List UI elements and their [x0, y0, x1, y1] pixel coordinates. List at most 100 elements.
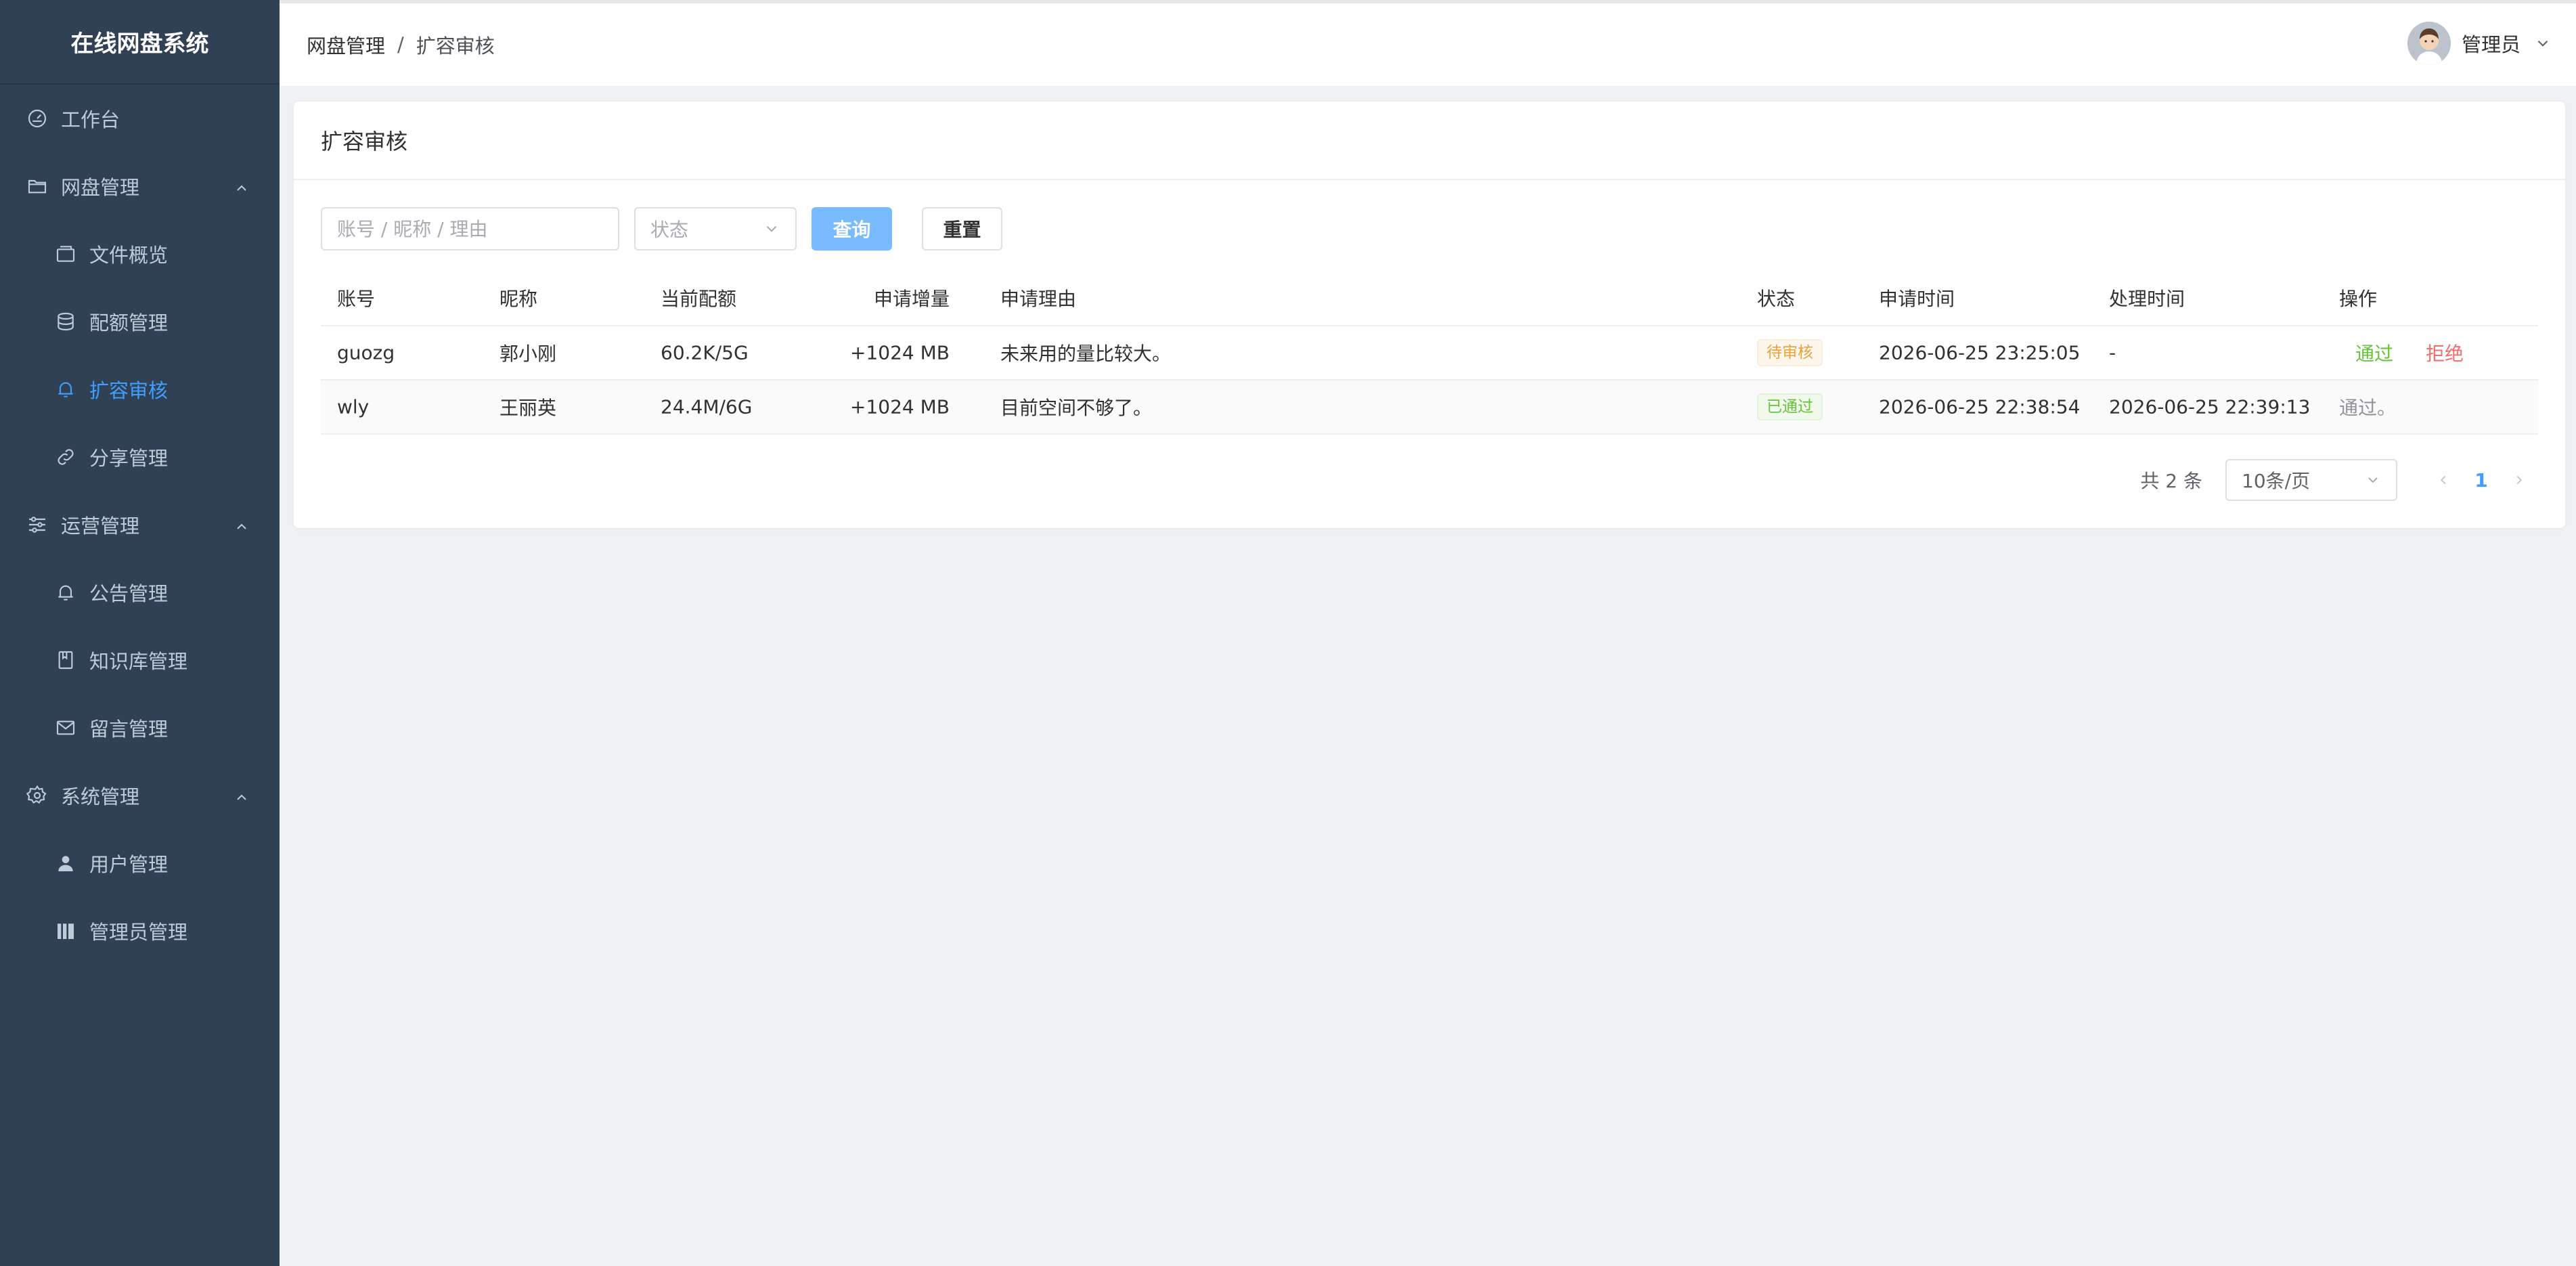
column-header-ops: 操作	[2339, 288, 2378, 310]
page-size-select[interactable]: 10条/页	[2225, 459, 2397, 501]
cell-reason: 未来用的量比较大。	[1000, 343, 1172, 365]
admin-icon	[54, 919, 77, 942]
card-title: 扩容审核	[294, 102, 2565, 180]
column-header-nickname: 昵称	[499, 288, 538, 310]
table-row: wly 王丽英 24.4M/6G +1024 MB 目前空间不够了。 已通过 2…	[321, 380, 2538, 435]
pagination-total: 共 2 条	[2140, 470, 2202, 492]
breadcrumb: 网盘管理 / 扩容审核	[307, 30, 495, 59]
app-root: 在线网盘系统 工作台 网盘管理 文件概览 配额管理 扩容审核 分享管理 运营管理…	[0, 0, 2576, 1266]
folder-icon	[26, 175, 49, 198]
sidebar-item-workbench[interactable]: 工作台	[0, 85, 280, 152]
message-icon	[54, 716, 77, 739]
cell-status: 待审核	[1757, 339, 1823, 366]
cell-quota: 60.2K/5G	[661, 341, 749, 364]
sidebar-item-announcement[interactable]: 公告管理	[0, 559, 280, 626]
breadcrumb-separator: /	[397, 33, 404, 56]
cell-ops: 通过 拒绝	[2339, 339, 2464, 366]
database-icon	[54, 310, 77, 333]
cell-status: 已通过	[1757, 393, 1823, 420]
column-header-apply-time: 申请时间	[1879, 288, 1955, 310]
search-input[interactable]	[321, 207, 619, 250]
bell-icon	[54, 378, 77, 401]
pagination: 共 2 条 10条/页 1	[2140, 459, 2538, 501]
sidebar-item-label: 留言管理	[89, 718, 169, 741]
app-title: 在线网盘系统	[0, 0, 280, 85]
sidebar-item-files[interactable]: 文件概览	[0, 220, 280, 288]
cell-handle-time: 2026-06-25 22:39:13	[2109, 395, 2311, 418]
cell-quota: 24.4M/6G	[661, 395, 753, 418]
cell-increase: +1024 MB	[850, 395, 950, 418]
chevron-up-icon	[234, 787, 250, 804]
status-select[interactable]: 状态	[634, 207, 797, 250]
status-select-placeholder: 状态	[650, 219, 689, 241]
user-icon	[54, 852, 77, 875]
sidebar-group-operation[interactable]: 运营管理	[0, 491, 280, 559]
sidebar-item-admins[interactable]: 管理员管理	[0, 897, 280, 965]
sliders-icon	[26, 513, 49, 536]
sidebar-item-messages[interactable]: 留言管理	[0, 694, 280, 762]
cell-handle-time: -	[2109, 341, 2116, 364]
sidebar-item-label: 扩容审核	[89, 379, 169, 402]
gear-icon	[26, 784, 49, 807]
sidebar-item-label: 配额管理	[89, 311, 169, 334]
status-badge: 已通过	[1757, 393, 1823, 420]
cell-apply-time: 2026-06-25 23:25:05	[1879, 341, 2081, 364]
cell-ops-note: 通过。	[2339, 397, 2397, 419]
reject-button[interactable]: 拒绝	[2426, 339, 2464, 366]
table-row: guozg 郭小刚 60.2K/5G +1024 MB 未来用的量比较大。 待审…	[321, 326, 2538, 380]
table-header-row: 账号 昵称 当前配额 申请增量 申请理由 状态 申请时间 处理时间 操作	[321, 271, 2538, 326]
column-header-status: 状态	[1757, 288, 1796, 310]
status-badge: 待审核	[1757, 339, 1823, 366]
filter-bar: 状态 查询 重置	[321, 207, 1002, 250]
sidebar-item-expansion-review[interactable]: 扩容审核	[0, 355, 280, 423]
query-button[interactable]: 查询	[812, 207, 892, 250]
chevron-down-icon	[2537, 40, 2548, 47]
sidebar-item-label: 运营管理	[61, 515, 140, 538]
avatar	[2407, 22, 2451, 65]
dashboard-icon	[26, 107, 49, 130]
sidebar-item-users[interactable]: 用户管理	[0, 829, 280, 897]
top-header: 网盘管理 / 扩容审核 管理员	[280, 0, 2576, 86]
cell-increase: +1024 MB	[850, 341, 950, 364]
cell-nickname: 郭小刚	[499, 343, 557, 365]
next-page-button[interactable]	[2500, 461, 2538, 499]
sidebar-item-label: 工作台	[61, 108, 120, 131]
breadcrumb-item-disk[interactable]: 网盘管理	[307, 30, 385, 59]
chevron-up-icon	[234, 178, 250, 194]
sidebar-item-knowledge[interactable]: 知识库管理	[0, 626, 280, 694]
chevron-down-icon	[766, 225, 777, 232]
breadcrumb-item-current: 扩容审核	[416, 35, 495, 58]
sidebar-item-share[interactable]: 分享管理	[0, 423, 280, 491]
sidebar-item-label: 分享管理	[89, 447, 169, 470]
column-header-reason: 申请理由	[1000, 288, 1077, 310]
user-menu[interactable]: 管理员	[2407, 20, 2552, 67]
cell-account: guozg	[337, 341, 395, 364]
sidebar-item-label: 管理员管理	[89, 921, 188, 944]
chevron-down-icon	[2368, 477, 2378, 483]
column-header-account: 账号	[337, 288, 376, 310]
page-number-current[interactable]: 1	[2462, 461, 2500, 499]
sidebar-group-system[interactable]: 系统管理	[0, 762, 280, 829]
expansion-table: 账号 昵称 当前配额 申请增量 申请理由 状态 申请时间 处理时间 操作 guo…	[321, 271, 2538, 435]
sidebar-item-label: 公告管理	[89, 582, 169, 605]
page-size-value: 10条/页	[2242, 470, 2311, 492]
chevron-left-icon	[2440, 475, 2446, 485]
book-icon	[54, 649, 77, 672]
sidebar-group-disk[interactable]: 网盘管理	[0, 152, 280, 220]
column-header-handle-time: 处理时间	[2109, 288, 2185, 310]
approve-button[interactable]: 通过	[2355, 339, 2393, 366]
cell-reason: 目前空间不够了。	[1000, 397, 1153, 419]
chevron-right-icon	[2516, 475, 2523, 485]
cell-account: wly	[337, 395, 370, 418]
sidebar-item-label: 网盘管理	[61, 176, 140, 199]
expansion-review-card: 扩容审核 状态 查询 重置 账号 昵称 当前配额 申请增量 申请理由 状态 申请…	[294, 102, 2565, 528]
link-icon	[54, 445, 77, 468]
prev-page-button[interactable]	[2424, 461, 2462, 499]
sidebar-item-quota[interactable]: 配额管理	[0, 288, 280, 355]
files-icon	[54, 242, 77, 265]
sidebar-item-label: 系统管理	[61, 785, 140, 808]
reset-button[interactable]: 重置	[922, 207, 1002, 250]
bell-icon	[54, 581, 77, 604]
cell-apply-time: 2026-06-25 22:38:54	[1879, 395, 2081, 418]
chevron-up-icon	[234, 517, 250, 533]
